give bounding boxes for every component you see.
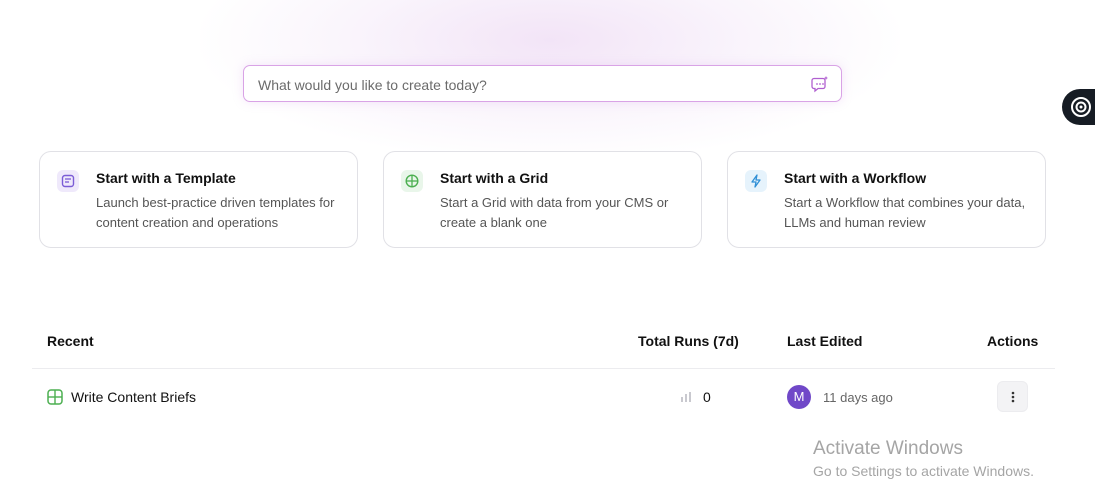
grid-icon: [401, 170, 423, 192]
avatar: M: [787, 385, 811, 409]
card-title: Start with a Grid: [440, 170, 549, 186]
header-total-runs[interactable]: Total Runs (7d): [638, 333, 739, 349]
card-grid[interactable]: Start with a Grid Start a Grid with data…: [383, 151, 702, 248]
card-template[interactable]: Start with a Template Launch best-practi…: [39, 151, 358, 248]
template-icon: [57, 170, 79, 192]
lightning-icon: [745, 170, 767, 192]
header-recent: Recent: [47, 333, 94, 349]
target-icon: [1071, 97, 1091, 117]
activate-windows-subtitle: Go to Settings to activate Windows.: [813, 463, 1034, 479]
kebab-menu-icon: [1011, 391, 1014, 402]
assistant-launcher-button[interactable]: [1062, 89, 1095, 125]
row-last-edited: 11 days ago: [823, 390, 893, 405]
bar-chart-icon: [681, 392, 691, 402]
header-actions: Actions: [987, 333, 1039, 349]
grid-icon: [47, 389, 63, 405]
search-input[interactable]: [256, 66, 800, 103]
ai-chat-icon[interactable]: [811, 75, 829, 93]
card-title: Start with a Workflow: [784, 170, 927, 186]
card-description: Start a Workflow that combines your data…: [784, 195, 1026, 230]
row-actions-button[interactable]: [997, 381, 1028, 412]
table-divider: [32, 368, 1055, 369]
card-description: Start a Grid with data from your CMS or …: [440, 195, 669, 230]
card-description: Launch best-practice driven templates fo…: [96, 195, 335, 230]
row-total-runs: 0: [703, 389, 711, 405]
search-bar[interactable]: [243, 65, 842, 103]
card-title: Start with a Template: [96, 170, 236, 186]
header-last-edited[interactable]: Last Edited: [787, 333, 862, 349]
activate-windows-title: Activate Windows: [813, 438, 963, 459]
card-workflow[interactable]: Start with a Workflow Start a Workflow t…: [727, 151, 1046, 248]
row-name-link[interactable]: Write Content Briefs: [71, 389, 196, 405]
